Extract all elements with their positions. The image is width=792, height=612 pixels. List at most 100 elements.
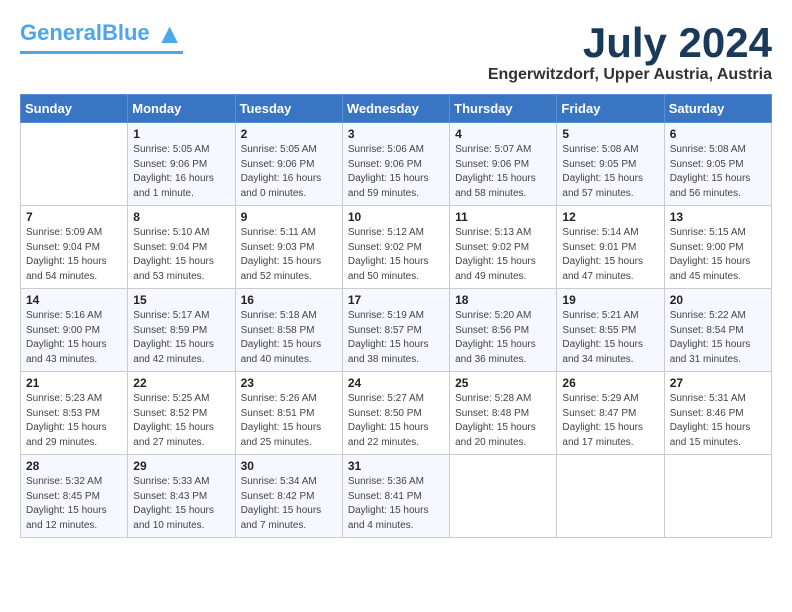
cell-content: Sunrise: 5:22 AM Sunset: 8:54 PM Dayligh… — [670, 309, 766, 367]
cell-content: Sunrise: 5:08 AM Sunset: 9:05 PM Dayligh… — [562, 143, 658, 201]
day-number: 3 — [348, 127, 444, 141]
cell-content: Sunrise: 5:14 AM Sunset: 9:01 PM Dayligh… — [562, 226, 658, 284]
title-block: July 2024 Engerwitzdorf, Upper Austria, … — [488, 20, 772, 84]
day-number: 21 — [26, 376, 122, 390]
calendar-cell: 16 Sunrise: 5:18 AM Sunset: 8:58 PM Dayli… — [235, 289, 342, 372]
day-number: 7 — [26, 210, 122, 224]
day-number: 4 — [455, 127, 551, 141]
day-number: 10 — [348, 210, 444, 224]
calendar-cell: 10 Sunrise: 5:12 AM Sunset: 9:02 PM Dayli… — [342, 206, 449, 289]
calendar-week-2: 7Sunrise: 5:09 AM Sunset: 9:04 PM Daylig… — [21, 206, 772, 289]
day-number: 18 — [455, 293, 551, 307]
day-number: 28 — [26, 459, 122, 473]
day-number: 29 — [133, 459, 229, 473]
calendar-cell: 21Sunrise: 5:23 AM Sunset: 8:53 PM Dayli… — [21, 372, 128, 455]
calendar-cell: 4 Sunrise: 5:07 AM Sunset: 9:06 PM Daylig… — [450, 123, 557, 206]
logo-blue: Blue — [102, 20, 150, 45]
calendar-cell: 11 Sunrise: 5:13 AM Sunset: 9:02 PM Dayli… — [450, 206, 557, 289]
calendar-cell: 24 Sunrise: 5:27 AM Sunset: 8:50 PM Dayli… — [342, 372, 449, 455]
cell-content: Sunrise: 5:26 AM Sunset: 8:51 PM Dayligh… — [241, 392, 337, 450]
calendar-cell: 29 Sunrise: 5:33 AM Sunset: 8:43 PM Dayli… — [128, 455, 235, 538]
calendar-cell: 30Sunrise: 5:34 AM Sunset: 8:42 PM Dayli… — [235, 455, 342, 538]
cell-content: Sunrise: 5:05 AM Sunset: 9:06 PM Dayligh… — [133, 143, 229, 201]
day-number: 14 — [26, 293, 122, 307]
cell-content: Sunrise: 5:13 AM Sunset: 9:02 PM Dayligh… — [455, 226, 551, 284]
header-row: SundayMondayTuesdayWednesdayThursdayFrid… — [21, 95, 772, 123]
header-cell-wednesday: Wednesday — [342, 95, 449, 123]
day-number: 12 — [562, 210, 658, 224]
cell-content: Sunrise: 5:15 AM Sunset: 9:00 PM Dayligh… — [670, 226, 766, 284]
calendar-cell — [664, 455, 771, 538]
day-number: 11 — [455, 210, 551, 224]
day-number: 15 — [133, 293, 229, 307]
logo-text: GeneralBlue ▲ — [20, 20, 183, 48]
calendar-cell: 12 Sunrise: 5:14 AM Sunset: 9:01 PM Dayli… — [557, 206, 664, 289]
day-number: 16 — [241, 293, 337, 307]
header-cell-saturday: Saturday — [664, 95, 771, 123]
calendar-cell: 14 Sunrise: 5:16 AM Sunset: 9:00 PM Dayli… — [21, 289, 128, 372]
day-number: 19 — [562, 293, 658, 307]
cell-content: Sunrise: 5:05 AM Sunset: 9:06 PM Dayligh… — [241, 143, 337, 201]
cell-content: Sunrise: 5:34 AM Sunset: 8:42 PM Dayligh… — [241, 475, 337, 533]
day-number: 26 — [562, 376, 658, 390]
calendar-cell: 27Sunrise: 5:31 AM Sunset: 8:46 PM Dayli… — [664, 372, 771, 455]
cell-content: Sunrise: 5:19 AM Sunset: 8:57 PM Dayligh… — [348, 309, 444, 367]
cell-content: Sunrise: 5:07 AM Sunset: 9:06 PM Dayligh… — [455, 143, 551, 201]
day-number: 25 — [455, 376, 551, 390]
header-cell-sunday: Sunday — [21, 95, 128, 123]
day-number: 2 — [241, 127, 337, 141]
calendar-week-4: 21Sunrise: 5:23 AM Sunset: 8:53 PM Dayli… — [21, 372, 772, 455]
location: Engerwitzdorf, Upper Austria, Austria — [488, 66, 772, 84]
day-number: 22 — [133, 376, 229, 390]
cell-content: Sunrise: 5:10 AM Sunset: 9:04 PM Dayligh… — [133, 226, 229, 284]
calendar-cell: 7Sunrise: 5:09 AM Sunset: 9:04 PM Daylig… — [21, 206, 128, 289]
calendar-cell: 6Sunrise: 5:08 AM Sunset: 9:05 PM Daylig… — [664, 123, 771, 206]
cell-content: Sunrise: 5:11 AM Sunset: 9:03 PM Dayligh… — [241, 226, 337, 284]
calendar-header: SundayMondayTuesdayWednesdayThursdayFrid… — [21, 95, 772, 123]
day-number: 1 — [133, 127, 229, 141]
cell-content: Sunrise: 5:12 AM Sunset: 9:02 PM Dayligh… — [348, 226, 444, 284]
cell-content: Sunrise: 5:25 AM Sunset: 8:52 PM Dayligh… — [133, 392, 229, 450]
calendar-cell: 9 Sunrise: 5:11 AM Sunset: 9:03 PM Daylig… — [235, 206, 342, 289]
cell-content: Sunrise: 5:28 AM Sunset: 8:48 PM Dayligh… — [455, 392, 551, 450]
logo-general: General — [20, 20, 102, 45]
calendar-cell: 2 Sunrise: 5:05 AM Sunset: 9:06 PM Daylig… — [235, 123, 342, 206]
calendar-cell — [450, 455, 557, 538]
day-number: 9 — [241, 210, 337, 224]
day-number: 20 — [670, 293, 766, 307]
logo: GeneralBlue ▲ — [20, 20, 183, 54]
calendar-body: 1 Sunrise: 5:05 AM Sunset: 9:06 PM Daylig… — [21, 123, 772, 538]
logo-underline — [20, 51, 183, 54]
cell-content: Sunrise: 5:27 AM Sunset: 8:50 PM Dayligh… — [348, 392, 444, 450]
header-cell-monday: Monday — [128, 95, 235, 123]
cell-content: Sunrise: 5:20 AM Sunset: 8:56 PM Dayligh… — [455, 309, 551, 367]
day-number: 6 — [670, 127, 766, 141]
header-cell-tuesday: Tuesday — [235, 95, 342, 123]
calendar-cell — [557, 455, 664, 538]
calendar-week-3: 14 Sunrise: 5:16 AM Sunset: 9:00 PM Dayli… — [21, 289, 772, 372]
logo-icon: ▲ — [156, 18, 184, 49]
calendar-cell: 8 Sunrise: 5:10 AM Sunset: 9:04 PM Daylig… — [128, 206, 235, 289]
day-number: 17 — [348, 293, 444, 307]
calendar-cell: 13Sunrise: 5:15 AM Sunset: 9:00 PM Dayli… — [664, 206, 771, 289]
header-cell-thursday: Thursday — [450, 95, 557, 123]
calendar-cell: 25 Sunrise: 5:28 AM Sunset: 8:48 PM Dayli… — [450, 372, 557, 455]
cell-content: Sunrise: 5:06 AM Sunset: 9:06 PM Dayligh… — [348, 143, 444, 201]
day-number: 8 — [133, 210, 229, 224]
month-title: July 2024 — [488, 20, 772, 66]
cell-content: Sunrise: 5:33 AM Sunset: 8:43 PM Dayligh… — [133, 475, 229, 533]
day-number: 5 — [562, 127, 658, 141]
calendar-cell: 19Sunrise: 5:21 AM Sunset: 8:55 PM Dayli… — [557, 289, 664, 372]
cell-content: Sunrise: 5:17 AM Sunset: 8:59 PM Dayligh… — [133, 309, 229, 367]
day-number: 24 — [348, 376, 444, 390]
cell-content: Sunrise: 5:18 AM Sunset: 8:58 PM Dayligh… — [241, 309, 337, 367]
calendar-cell: 23 Sunrise: 5:26 AM Sunset: 8:51 PM Dayli… — [235, 372, 342, 455]
calendar-cell: 28Sunrise: 5:32 AM Sunset: 8:45 PM Dayli… — [21, 455, 128, 538]
calendar-cell: 31Sunrise: 5:36 AM Sunset: 8:41 PM Dayli… — [342, 455, 449, 538]
cell-content: Sunrise: 5:16 AM Sunset: 9:00 PM Dayligh… — [26, 309, 122, 367]
day-number: 31 — [348, 459, 444, 473]
day-number: 23 — [241, 376, 337, 390]
page-header: GeneralBlue ▲ July 2024 Engerwitzdorf, U… — [20, 20, 772, 84]
calendar-cell: 18 Sunrise: 5:20 AM Sunset: 8:56 PM Dayli… — [450, 289, 557, 372]
calendar-cell: 20 Sunrise: 5:22 AM Sunset: 8:54 PM Dayli… — [664, 289, 771, 372]
